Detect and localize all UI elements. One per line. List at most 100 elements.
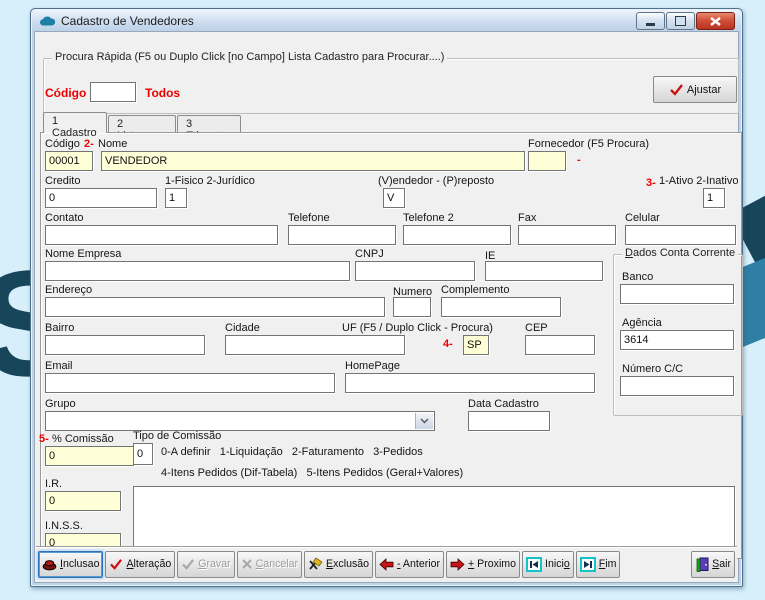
credito-input[interactable] — [45, 188, 157, 208]
email-input[interactable] — [45, 373, 335, 393]
uf-input[interactable] — [463, 335, 489, 355]
ir-label: I.R. — [45, 478, 62, 490]
codigo-label: Código — [45, 138, 80, 150]
ajustar-button[interactable]: Ajustar — [653, 76, 737, 103]
pencil-x-icon — [308, 557, 323, 571]
inclusao-button[interactable]: Inclusao — [38, 551, 103, 578]
titlebar[interactable]: Cadastro de Vendedores — [32, 10, 741, 31]
minimize-button[interactable] — [636, 12, 665, 30]
annotation-4: 4- — [443, 338, 453, 350]
complemento-label: Complemento — [441, 284, 509, 296]
sair-button[interactable]: Sair — [691, 551, 735, 578]
red-check-icon — [669, 83, 684, 96]
bairro-label: Bairro — [45, 322, 74, 334]
ativo-inativo-input[interactable] — [703, 188, 725, 208]
complemento-input[interactable] — [441, 297, 561, 317]
insert-icon — [42, 557, 57, 571]
cnpj-input[interactable] — [355, 261, 475, 281]
ativo-inativo-label: 1-Ativo 2-Inativo — [659, 175, 738, 187]
endereco-input[interactable] — [45, 297, 385, 317]
fax-input[interactable] — [518, 225, 616, 245]
inicio-button[interactable]: Inicio — [522, 551, 574, 578]
comissao-input[interactable] — [45, 446, 135, 466]
cnpj-label: CNPJ — [355, 248, 384, 260]
fax-label: Fax — [518, 212, 536, 224]
proximo-button[interactable]: + Proximo — [446, 551, 520, 578]
nome-label: Nome — [98, 138, 127, 150]
quick-search-legend: Procura Rápida (F5 ou Duplo Click [no Ca… — [52, 51, 447, 63]
annotation-3: 3- — [646, 177, 656, 189]
chevron-down-icon[interactable] — [415, 413, 433, 429]
tab-etiquetas[interactable]: 3 Etiquetas — [177, 115, 241, 133]
numero-cc-input[interactable] — [620, 376, 734, 396]
search-todos-label: Todos — [145, 86, 180, 100]
comissao-label: % Comissão — [52, 433, 114, 445]
action-button-bar: Inclusao Alteração Gravar Cancelar — [36, 546, 737, 581]
email-label: Email — [45, 360, 73, 372]
agencia-label: Agência — [622, 317, 662, 329]
fisico-juridico-label: 1-Fisico 2-Jurídico — [165, 175, 255, 187]
numero-input[interactable] — [393, 297, 431, 317]
search-codigo-input[interactable] — [90, 82, 136, 102]
last-record-icon — [580, 557, 596, 572]
banco-input[interactable] — [620, 284, 734, 304]
celular-input[interactable] — [625, 225, 736, 245]
arrow-left-icon — [379, 558, 394, 571]
cidade-input[interactable] — [225, 335, 405, 355]
observacoes-memo[interactable] — [133, 486, 735, 554]
contato-input[interactable] — [45, 225, 278, 245]
cidade-label: Cidade — [225, 322, 260, 334]
anterior-button[interactable]: - Anterior — [375, 551, 444, 578]
tipo-comissao-input[interactable] — [133, 443, 153, 465]
client-area: Procura Rápida (F5 ou Duplo Click [no Ca… — [34, 31, 739, 583]
ie-input[interactable] — [485, 261, 603, 281]
red-check-icon — [109, 558, 123, 570]
annotation-5: 5- — [39, 433, 49, 445]
wallpaper-shape — [740, 248, 765, 348]
grupo-select[interactable] — [45, 411, 435, 431]
fornecedor-label: Fornecedor (F5 Procura) — [528, 138, 649, 150]
fornecedor-input[interactable] — [528, 151, 566, 171]
conta-corrente-legend: Dados Conta Corrente — [622, 247, 738, 259]
homepage-label: HomePage — [345, 360, 400, 372]
ir-input[interactable] — [45, 491, 121, 511]
telefone2-input[interactable] — [403, 225, 511, 245]
gravar-button[interactable]: Gravar — [177, 551, 234, 578]
telefone2-label: Telefone 2 — [403, 212, 454, 224]
nome-empresa-input[interactable] — [45, 261, 350, 281]
exclusao-button[interactable]: Exclusão — [304, 551, 373, 578]
alteracao-button[interactable]: Alteração — [105, 551, 175, 578]
close-icon — [710, 17, 721, 26]
uf-label: UF (F5 / Duplo Click - Procura) — [342, 322, 493, 334]
arrow-right-icon — [450, 558, 465, 571]
bairro-input[interactable] — [45, 335, 205, 355]
cloud-icon — [39, 15, 55, 27]
data-cadastro-input[interactable] — [468, 411, 550, 431]
credito-label: Credito — [45, 175, 80, 187]
inss-label: I.N.S.S. — [45, 520, 83, 532]
homepage-input[interactable] — [345, 373, 595, 393]
telefone-input[interactable] — [288, 225, 396, 245]
banco-label: Banco — [622, 271, 653, 283]
fisico-juridico-input[interactable] — [165, 188, 187, 208]
grupo-label: Grupo — [45, 398, 76, 410]
close-button[interactable] — [696, 12, 735, 30]
tipo-comissao-options-line1: 0-A definir 1-Liquidação 2-Faturamento 3… — [161, 446, 423, 458]
cep-input[interactable] — [525, 335, 595, 355]
numero-cc-label: Número C/C — [622, 363, 683, 375]
codigo-input[interactable] — [45, 151, 93, 171]
conta-corrente-groupbox: Dados Conta Corrente Banco Agência Númer… — [613, 254, 743, 416]
vendedor-preposto-input[interactable] — [383, 188, 405, 208]
nome-empresa-label: Nome Empresa — [45, 248, 121, 260]
data-cadastro-label: Data Cadastro — [468, 398, 539, 410]
nome-input[interactable] — [101, 151, 525, 171]
annotation-2: 2- — [84, 138, 94, 150]
tab-cadastro[interactable]: 1 Cadastro — [43, 112, 107, 133]
maximize-button[interactable] — [666, 12, 695, 30]
tab-listagens[interactable]: 2 Listagens — [108, 115, 176, 133]
fim-button[interactable]: Fim — [576, 551, 621, 578]
window-title: Cadastro de Vendedores — [61, 14, 194, 28]
agencia-input[interactable] — [620, 330, 734, 350]
cadastro-vendedores-window: Cadastro de Vendedores Procura Rápida (F… — [30, 8, 743, 587]
cancelar-button[interactable]: Cancelar — [237, 551, 302, 578]
